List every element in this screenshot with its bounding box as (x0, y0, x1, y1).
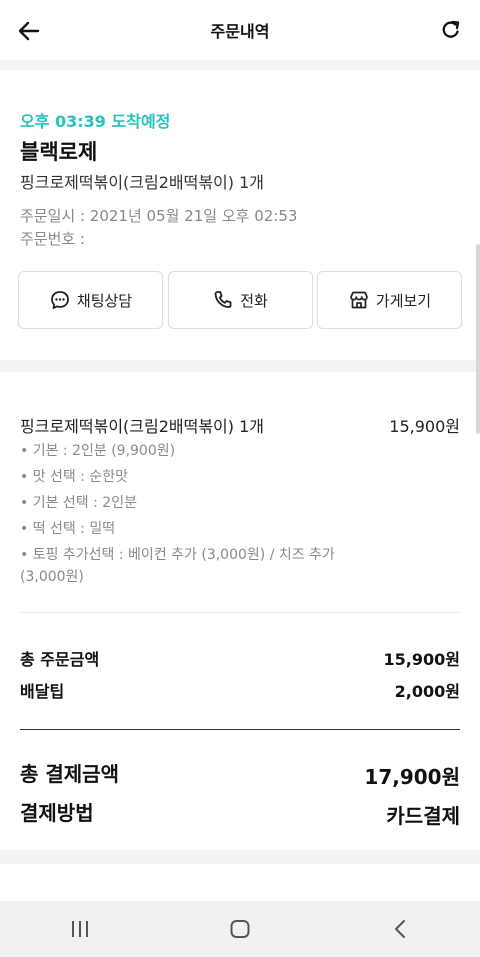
section-gap (0, 60, 480, 70)
recent-apps-icon (72, 921, 88, 937)
back-button[interactable] (14, 16, 44, 46)
item-option: • 떡 선택 : 밀떡 (20, 521, 116, 537)
payment-total-label: 총 결제금액 (20, 762, 119, 786)
order-number: 주문번호 : (20, 230, 86, 248)
home-icon (230, 920, 250, 938)
recent-apps-button[interactable] (50, 901, 110, 957)
arrow-left-icon (18, 21, 40, 41)
payment-method-value: 카드결제 (386, 804, 460, 828)
app-header: 주문내역 (0, 0, 480, 60)
scrollbar[interactable] (476, 244, 480, 434)
item-price: 15,900원 (389, 417, 460, 436)
item-option: • 토핑 추가선택 : 베이컨 추가 (3,000원) / 치즈 추가 (3,0… (20, 547, 335, 585)
divider (20, 729, 460, 730)
delivery-address-card: 배달주소 (0, 864, 480, 919)
order-datetime: 주문일시 : 2021년 05월 21일 오후 02:53 (20, 207, 298, 225)
order-status-card: 오후 03:39 도착예정 블랙로제 핑크로제떡볶이(크림2배떡볶이) 1개 주… (0, 70, 480, 360)
item-option: • 기본 : 2인분 (9,900원) (20, 443, 176, 459)
delivery-tip-value: 2,000원 (394, 682, 460, 701)
order-total-value: 15,900원 (383, 650, 460, 669)
system-back-button[interactable] (370, 901, 430, 957)
item-name: 핑크로제떡볶이(크림2배떡볶이) 1개 (20, 417, 265, 436)
section-gap (0, 850, 480, 864)
view-store-button-label: 가게보기 (375, 291, 432, 310)
divider (20, 612, 460, 613)
payment-total-value: 17,900원 (364, 765, 460, 789)
page-title: 주문내역 (210, 22, 270, 41)
delivery-tip-label: 배달팁 (20, 682, 65, 701)
item-option: • 기본 선택 : 2인분 (20, 495, 137, 511)
chat-button-label: 채팅상담 (76, 291, 133, 310)
order-detail-card: 핑크로제떡볶이(크림2배떡볶이) 1개 15,900원 • 기본 : 2인분 (… (0, 372, 480, 850)
view-store-button[interactable]: 가게보기 (317, 271, 462, 329)
call-button[interactable]: 전화 (167, 271, 313, 329)
system-nav-bar (0, 901, 480, 957)
refresh-icon (442, 20, 460, 38)
payment-method-label: 결제방법 (20, 801, 94, 825)
store-name[interactable]: 블랙로제 (20, 136, 97, 166)
call-button-label: 전화 (240, 291, 268, 310)
eta-text: 오후 03:39 도착예정 (20, 112, 171, 131)
menu-summary: 핑크로제떡볶이(크림2배떡볶이) 1개 (20, 173, 265, 192)
item-option: • 맛 선택 : 순한맛 (20, 469, 129, 485)
section-gap (0, 360, 480, 372)
chat-icon (50, 291, 69, 309)
refresh-button[interactable] (436, 15, 466, 45)
phone-icon (214, 291, 232, 309)
back-icon (395, 920, 405, 938)
store-icon (350, 291, 368, 309)
action-button-row: 채팅상담 전화 가게보기 (18, 271, 462, 329)
chat-button[interactable]: 채팅상담 (18, 271, 163, 329)
order-total-label: 총 주문금액 (20, 650, 100, 669)
home-button[interactable] (210, 901, 270, 957)
